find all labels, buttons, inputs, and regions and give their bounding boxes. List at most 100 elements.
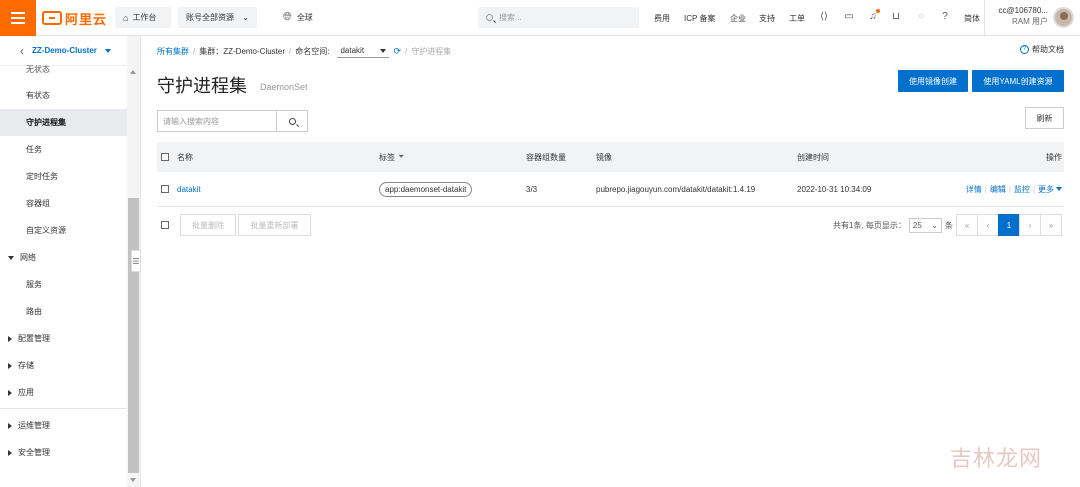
cart-icon[interactable]: ⊔ xyxy=(890,11,902,23)
terminal-icon[interactable]: ▭ xyxy=(843,11,855,23)
pagination: « ‹ 1 › » xyxy=(956,214,1062,236)
chevron-down-icon xyxy=(380,48,387,53)
breadcrumb-separator: / xyxy=(405,46,408,56)
lightbulb-icon[interactable]: ○ xyxy=(915,11,927,23)
page-size-select[interactable]: 25 ⌄ xyxy=(908,217,942,233)
breadcrumb-all-clusters[interactable]: 所有集群 xyxy=(157,46,189,57)
sidebar-item-custom-resources[interactable]: 自定义资源 xyxy=(0,217,127,244)
sidebar-item-statefulsets[interactable]: 有状态 xyxy=(0,82,127,109)
sidebar-item-daemonsets[interactable]: 守护进程集 xyxy=(0,109,127,136)
topbar-divider xyxy=(984,0,985,36)
table-footer: 批量删除 批量重新部署 共有1条, 每页显示： 25 ⌄ 条 xyxy=(157,214,1064,236)
select-all-checkbox[interactable] xyxy=(161,153,169,161)
chevron-down-icon: ⌄ xyxy=(242,13,249,22)
cluster-name: ZZ-Demo-Cluster xyxy=(32,46,97,55)
sidebar-group-security[interactable]: 安全管理 xyxy=(0,439,127,466)
action-more[interactable]: 更多 xyxy=(1038,184,1054,195)
sidebar-collapse-handle[interactable]: ☰ xyxy=(131,250,141,272)
footer-select-all-checkbox[interactable] xyxy=(161,221,169,229)
sidebar-group-config[interactable]: 配置管理 xyxy=(0,325,127,352)
search-input[interactable] xyxy=(157,110,277,132)
sidebar-group-network[interactable]: 网络 xyxy=(0,244,127,271)
aliyun-logo[interactable]: 阿里云 xyxy=(42,10,107,27)
prev-page-button[interactable]: ‹ xyxy=(977,214,999,236)
table-header: 名称 标签 ⏷ 容器组数量 镜像 创建时间 操作 xyxy=(157,142,1064,172)
sidebar-group-apps[interactable]: 应用 xyxy=(0,379,127,406)
chevron-left-icon[interactable]: ‹ xyxy=(20,44,24,58)
action-separator: | xyxy=(984,184,987,194)
scroll-down-icon[interactable] xyxy=(130,478,136,482)
page-size-value: 25 xyxy=(912,220,922,230)
collapse-icon xyxy=(8,389,12,396)
action-separator: | xyxy=(1032,184,1035,194)
region-selector[interactable]: 🌐︎ 全球 xyxy=(283,7,313,28)
action-separator: | xyxy=(1008,184,1011,194)
language-switch[interactable]: 简体 xyxy=(964,13,980,24)
nav-billing[interactable]: 费用 xyxy=(654,13,670,24)
user-info[interactable]: cc@106780... RAM 用户 xyxy=(988,5,1048,27)
filter-icon[interactable]: ⏷ xyxy=(398,152,404,162)
help-docs-link[interactable]: ? 帮助文档 xyxy=(1020,44,1064,55)
action-detail[interactable]: 详情 xyxy=(966,184,982,195)
action-monitor[interactable]: 监控 xyxy=(1014,184,1030,195)
collapse-icon xyxy=(8,335,12,342)
row-image: pubrepo.jiagouyun.com/datakit/datakit:1.… xyxy=(596,184,756,194)
sidebar-group-ops[interactable]: 运维管理 xyxy=(0,412,127,439)
action-edit[interactable]: 编辑 xyxy=(990,184,1006,195)
create-from-image-button[interactable]: 使用镜像创建 xyxy=(898,70,968,92)
refresh-icon[interactable]: ⟳ xyxy=(393,46,401,57)
sidebar-item-deployments[interactable]: 无状态 xyxy=(0,59,127,79)
nav-enterprise[interactable]: 企业 xyxy=(730,13,746,24)
row-actions: 详情 | 编辑 | 监控 | 更多 xyxy=(966,172,1062,206)
label-tag: app:daemonset-datakit xyxy=(379,181,473,197)
code-icon[interactable]: ⟨⟩ xyxy=(818,11,830,23)
watermark: 吉林龙网 xyxy=(949,447,1042,472)
breadcrumb-cluster[interactable]: 集群：ZZ-Demo-Cluster xyxy=(199,46,285,57)
sidebar-item-ingress[interactable]: 路由 xyxy=(0,298,127,325)
chevron-down-icon xyxy=(104,48,111,53)
batch-delete-button[interactable]: 批量删除 xyxy=(180,214,236,236)
row-checkbox[interactable] xyxy=(161,185,169,193)
expand-icon xyxy=(8,255,14,260)
account-scope-dropdown[interactable]: 账号全部资源 ⌄ xyxy=(178,7,257,28)
sidebar-group-label: 运维管理 xyxy=(18,421,50,430)
breadcrumb-separator: / xyxy=(193,46,196,56)
help-circle-icon[interactable]: ? xyxy=(939,11,951,23)
collapse-icon xyxy=(8,449,12,456)
main-content: 所有集群 / 集群：ZZ-Demo-Cluster / 命名空间: dataki… xyxy=(141,36,1080,487)
search-button[interactable] xyxy=(276,110,308,132)
avatar[interactable] xyxy=(1053,7,1074,28)
row-name-link[interactable]: datakit xyxy=(177,172,201,206)
namespace-label: 命名空间: xyxy=(295,46,330,56)
user-name: cc@106780... xyxy=(998,6,1048,15)
sidebar-scrollbar-thumb[interactable] xyxy=(128,198,139,473)
top-navigation-bar: 阿里云 ⌂ 工作台 账号全部资源 ⌄ 🌐︎ 全球 搜索... 费用 ICP 备案… xyxy=(0,0,1080,36)
first-page-button[interactable]: « xyxy=(956,214,978,236)
batch-redeploy-button[interactable]: 批量重新部署 xyxy=(238,214,311,236)
sidebar-item-services[interactable]: 服务 xyxy=(0,271,127,298)
sidebar-item-pods[interactable]: 容器组 xyxy=(0,190,127,217)
row-created: 2022-10-31 10:34:09 xyxy=(797,184,872,194)
nav-ticket[interactable]: 工单 xyxy=(789,13,805,24)
sidebar-group-label: 存储 xyxy=(18,361,34,370)
sidebar-group-storage[interactable]: 存储 xyxy=(0,352,127,379)
sidebar-item-jobs[interactable]: 任务 xyxy=(0,136,127,163)
page-button-current[interactable]: 1 xyxy=(998,214,1020,236)
refresh-button[interactable]: 刷新 xyxy=(1025,107,1064,129)
nav-icp[interactable]: ICP 备案 xyxy=(684,13,715,24)
create-from-yaml-button[interactable]: 使用YAML创建资源 xyxy=(972,70,1064,92)
sidebar-item-cronjobs[interactable]: 定时任务 xyxy=(0,163,127,190)
nav-support[interactable]: 支持 xyxy=(759,13,775,24)
last-page-button[interactable]: » xyxy=(1040,214,1062,236)
global-search[interactable]: 搜索... xyxy=(478,7,639,28)
sidebar-group-label: 网络 xyxy=(20,253,36,262)
header-created: 创建时间 xyxy=(797,152,829,162)
next-page-button[interactable]: › xyxy=(1019,214,1041,236)
chevron-down-icon[interactable] xyxy=(1056,187,1062,191)
scroll-up-icon[interactable] xyxy=(130,70,136,74)
menu-icon[interactable] xyxy=(0,0,36,36)
namespace-select[interactable]: datakit xyxy=(337,45,390,58)
user-role: RAM 用户 xyxy=(1012,17,1048,26)
workbench-button[interactable]: ⌂ 工作台 xyxy=(115,7,171,28)
header-labels[interactable]: 标签 ⏷ xyxy=(379,142,404,172)
